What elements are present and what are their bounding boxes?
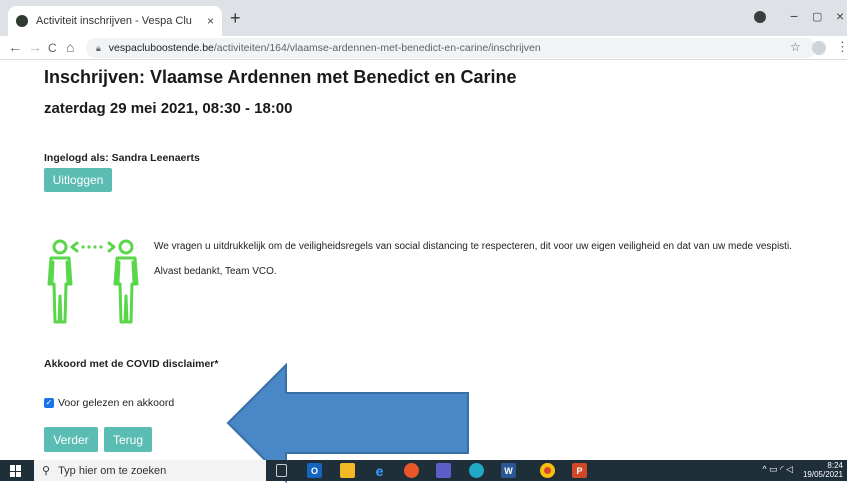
browser-toolbar: ← → C ⌂ 🔒︎ vespacluboostende.be/activite…	[0, 36, 847, 60]
back-arrow-icon[interactable]: ←	[8, 39, 22, 55]
word-icon[interactable]: W	[501, 463, 516, 478]
maximize-button[interactable]: ▢	[812, 10, 822, 23]
agree-checkbox-label[interactable]: Voor gelezen en akkoord	[58, 397, 174, 409]
browser-menu-icon[interactable]: ⋮	[836, 39, 847, 55]
taskbar-search[interactable]: ⚲ Typ hier om te zoeken	[34, 460, 266, 481]
tab-close-icon[interactable]: ×	[207, 14, 214, 28]
close-window-button[interactable]: ×	[836, 8, 844, 24]
social-distancing-icon	[47, 239, 139, 324]
disclaimer-paragraph: We vragen u uitdrukkelijk om de veilighe…	[154, 241, 792, 252]
recording-icon[interactable]	[754, 11, 766, 23]
forward-arrow-icon[interactable]: →	[28, 39, 42, 55]
page-title: Inschrijven: Vlaamse Ardennen met Benedi…	[44, 67, 517, 87]
home-icon[interactable]: ⌂	[66, 39, 74, 55]
browser-tab[interactable]: Activiteit inschrijven - Vespa Clu ×	[8, 6, 222, 36]
edge-icon[interactable]	[469, 463, 484, 478]
chrome-icon[interactable]	[540, 463, 555, 478]
tab-title: Activiteit inschrijven - Vespa Clu	[36, 15, 192, 27]
teams-icon[interactable]	[436, 463, 451, 478]
firefox-icon[interactable]	[404, 463, 419, 478]
covid-disclaimer: We vragen u uitdrukkelijk om de veilighe…	[154, 238, 814, 288]
search-icon: ⚲	[42, 465, 51, 477]
agree-checkbox[interactable]: ✓	[44, 398, 54, 408]
browser-titlebar: Activiteit inschrijven - Vespa Clu × + −…	[0, 0, 847, 36]
powerpoint-icon[interactable]: P	[572, 463, 587, 478]
disclaimer-signature: Alvast bedankt, Team VCO.	[154, 266, 277, 277]
agree-checkbox-row[interactable]: ✓ Voor gelezen en akkoord	[44, 397, 174, 409]
taskbar-clock[interactable]: 8:24 19/05/2021	[799, 461, 843, 479]
profile-avatar-icon[interactable]	[812, 41, 826, 55]
clock-date: 19/05/2021	[802, 470, 843, 479]
address-bar[interactable]: 🔒︎ vespacluboostende.be/activiteiten/164…	[86, 38, 816, 58]
edge-legacy-icon[interactable]: e	[372, 463, 387, 479]
lock-icon: 🔒︎	[96, 42, 101, 53]
vespa-favicon-icon	[16, 15, 28, 27]
windows-taskbar: ⚲ Typ hier om te zoeken O e W P ^ ▭ ◜ ◁ …	[0, 460, 847, 481]
taskbar-search-placeholder: Typ hier om te zoeken	[58, 464, 167, 477]
url-path: /activiteiten/164/vlaamse-ardennen-met-b…	[213, 42, 541, 54]
minimize-button[interactable]: −	[790, 8, 798, 24]
logout-button[interactable]: Uitloggen	[44, 168, 112, 192]
windows-start-icon[interactable]	[10, 465, 22, 477]
clock-time: 8:24	[827, 461, 843, 470]
bookmark-star-icon[interactable]: ☆	[790, 40, 801, 54]
event-date: zaterdag 29 mei 2021, 08:30 - 18:00	[44, 100, 293, 117]
url-domain: vespacluboostende.be	[108, 42, 214, 54]
new-tab-button[interactable]: +	[230, 8, 241, 28]
back-button[interactable]: Terug	[104, 427, 152, 452]
next-button[interactable]: Verder	[44, 427, 98, 452]
reload-icon[interactable]: C	[48, 41, 57, 55]
task-view-icon[interactable]	[276, 464, 287, 477]
logged-in-label: Ingelogd als: Sandra Leenaerts	[44, 152, 200, 164]
covid-agreement-label: Akkoord met de COVID disclaimer*	[44, 358, 219, 370]
system-tray-icons[interactable]: ^ ▭ ◜ ◁	[762, 464, 793, 475]
page-content: Inschrijven: Vlaamse Ardennen met Benedi…	[0, 60, 847, 483]
file-explorer-icon[interactable]	[340, 463, 355, 478]
outlook-icon[interactable]: O	[307, 463, 322, 478]
